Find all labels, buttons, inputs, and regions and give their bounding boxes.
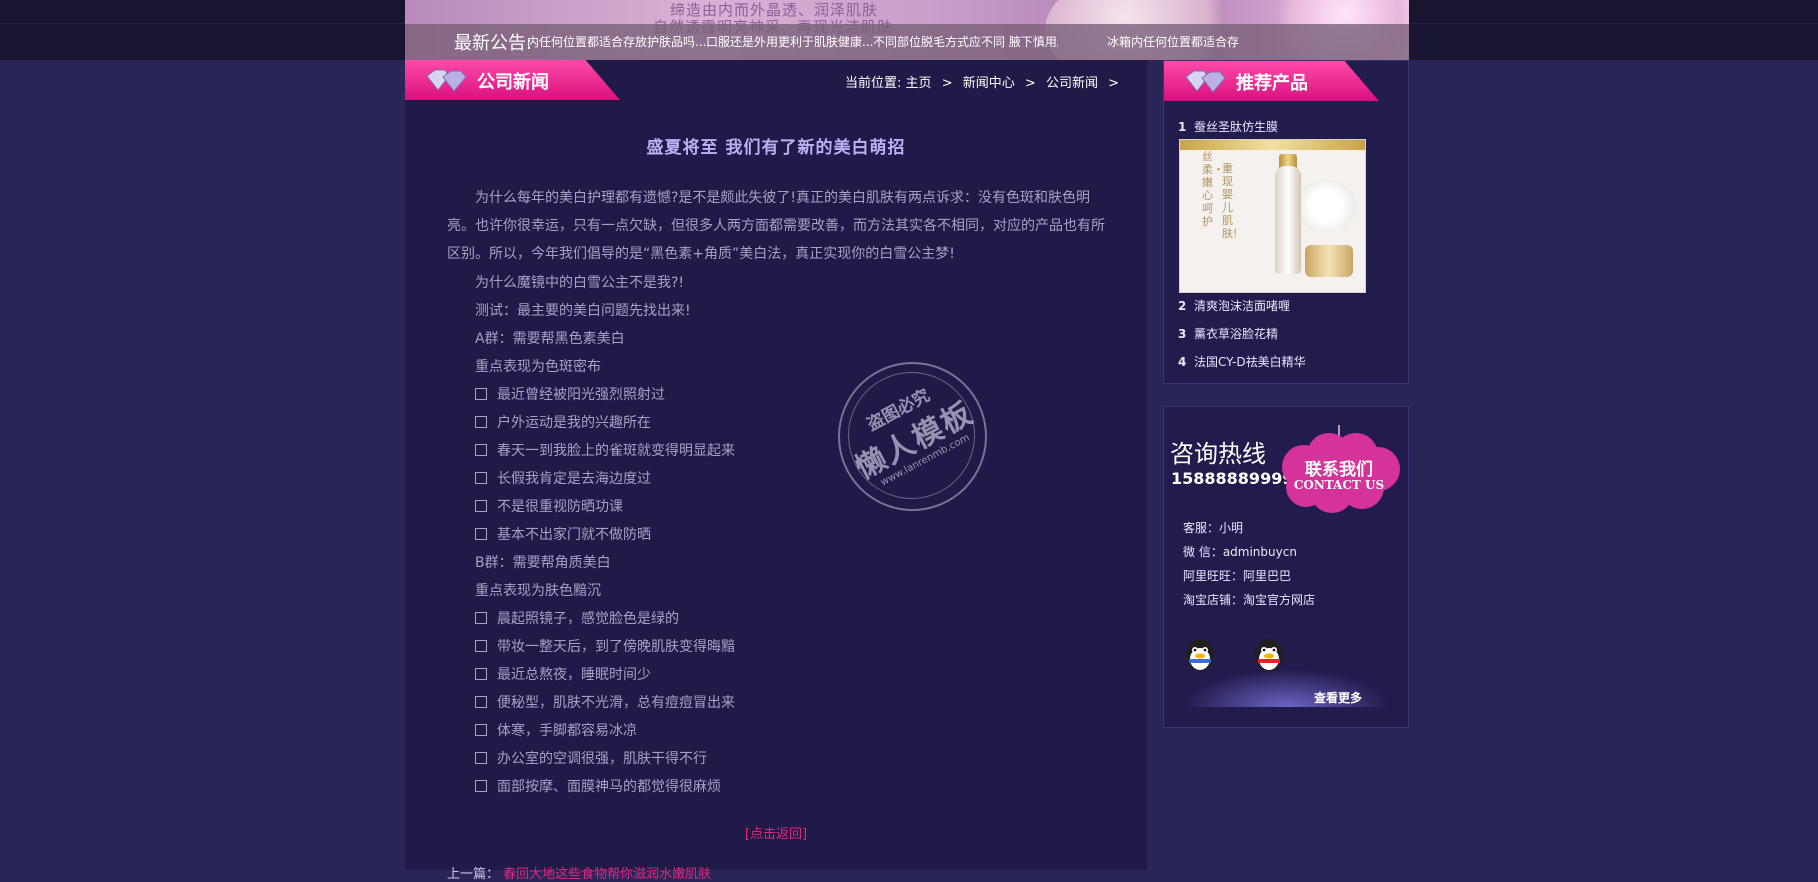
news-panel: 公司新闻 当前位置: 主页 > 新闻中心 > 公司新闻 > 盛夏将至 我们有了新… — [405, 60, 1147, 882]
notice-item-4[interactable]: 冰箱内任何位置都适合存 — [1107, 33, 1247, 50]
checkbox-icon — [475, 612, 487, 624]
checkbox-icon — [475, 668, 487, 680]
article-title: 盛夏将至 我们有了新的美白萌招 — [646, 138, 906, 158]
checkbox-icon — [475, 500, 487, 512]
product-slogan-1: 丝柔・嫩心呵护 — [1202, 150, 1224, 228]
contact-taobao: 淘宝店铺：淘宝官方网店 — [1183, 593, 1316, 607]
chevron-right-icon: > — [1108, 76, 1119, 91]
notice-bar: 最新公告: 内任何位置都适合存放护肤品吗... 口服还是外用更利于肌肤健康...… — [405, 24, 1409, 60]
group-b-title: B群：需要帮角质美白 — [475, 555, 611, 571]
breadcrumb-company-news[interactable]: 公司新闻 — [1046, 76, 1098, 91]
checkbox-icon — [475, 696, 487, 708]
contact-wechat: 微 信：adminbuycn — [1183, 545, 1297, 559]
notice-item-1[interactable]: 内任何位置都适合存放护肤品吗... — [527, 33, 712, 50]
group-b-subtitle: 重点表现为肤色黯沉 — [475, 583, 601, 599]
product-jar — [1305, 245, 1353, 277]
checklist-item: 面部按摩、面膜神马的都觉得很麻烦 — [475, 776, 721, 796]
contact-us-cn: 联系我们 — [1305, 460, 1373, 480]
header-banner: 缔造由内而外晶透、润泽肌肤 自然透露明亮神采、再现光洁肌肤 最新公告: 内任何位… — [405, 0, 1409, 60]
checkbox-icon — [475, 472, 487, 484]
news-section-title: 公司新闻 — [477, 72, 549, 93]
group-a-title: A群：需要帮黑色素美白 — [475, 331, 625, 347]
qq-penguin-icon[interactable] — [1183, 637, 1217, 673]
recommend-item[interactable]: 1 蚕丝圣肽仿生膜 — [1178, 118, 1398, 135]
notice-title: 最新公告: — [454, 33, 533, 54]
checklist-item: 带妆一整天后，到了傍晚肌肤变得晦黯 — [475, 636, 735, 656]
article-line: 为什么魔镜中的白雪公主不是我?! — [475, 275, 685, 291]
product-slogan-2: 重现婴儿肌肤! — [1222, 162, 1238, 240]
checklist-item: 办公室的空调很强，肌肤干得不行 — [475, 748, 707, 768]
product-bottle — [1275, 166, 1301, 274]
prev-article-link[interactable]: 春回大地这些食物帮你滋润水嫩肌肤 — [503, 867, 711, 882]
diamond-icon — [426, 69, 467, 92]
checkbox-icon — [475, 416, 487, 428]
watermark-stamp: 盗图必究 懒人模板 www.lanrenmb.com — [838, 362, 987, 511]
prev-article: 上一篇： 春回大地这些食物帮你滋润水嫩肌肤 — [447, 863, 711, 882]
notice-item-3[interactable]: 不同部位脱毛方式应不同 腋下慎用脱毛蜡纸... — [873, 33, 1058, 50]
hotline-title: 咨询热线 — [1170, 440, 1266, 468]
checklist-item: 基本不出家门就不做防晒 — [475, 524, 651, 544]
view-more-button[interactable]: 查看更多 — [1314, 689, 1362, 706]
checklist-item: 户外运动是我的兴趣所在 — [475, 412, 651, 432]
checklist-item: 不是很重视防晒功课 — [475, 496, 623, 516]
back-link[interactable]: [点击返回] — [405, 823, 1147, 842]
checklist-item: 最近总熬夜，睡眠时间少 — [475, 664, 651, 684]
checkbox-icon — [475, 528, 487, 540]
checklist-item: 便秘型，肌肤不光滑，总有痘痘冒出来 — [475, 692, 735, 712]
checklist-item: 体寒，手脚都容易冰凉 — [475, 720, 637, 740]
contact-panel: 咨询热线 15888889999 联系我们 CONTACT US 客服：小明 微… — [1163, 406, 1409, 728]
checkbox-icon — [475, 640, 487, 652]
checkbox-icon — [475, 780, 487, 792]
checklist-item: 晨起照镜子，感觉脸色是绿的 — [475, 608, 679, 628]
product-gold-band — [1180, 140, 1365, 150]
checkbox-icon — [475, 724, 487, 736]
qq-penguin-icon[interactable] — [1252, 637, 1286, 673]
diamond-icon — [1185, 70, 1226, 93]
breadcrumb-home[interactable]: 主页 — [906, 76, 932, 91]
breadcrumb: 当前位置: 主页 > 新闻中心 > 公司新闻 > — [845, 72, 1125, 91]
checklist-item: 春天一到我脸上的雀斑就变得明显起来 — [475, 440, 735, 460]
checklist-item: 长假我肯定是去海边度过 — [475, 468, 651, 488]
chevron-right-icon: > — [941, 76, 953, 91]
recommend-panel: 推荐产品 1 蚕丝圣肽仿生膜 丝柔・嫩心呵护 重现婴儿肌肤! 2 清爽泡沫洁面啫喱 … — [1163, 60, 1409, 384]
contact-us-badge[interactable]: 联系我们 CONTACT US — [1274, 425, 1404, 513]
contact-service: 客服：小明 — [1183, 521, 1244, 535]
recommend-item[interactable]: 2 清爽泡沫洁面啫喱 — [1178, 297, 1398, 314]
breadcrumb-prefix: 当前位置: — [845, 76, 902, 91]
checkbox-icon — [475, 752, 487, 764]
checklist-item: 最近曾经被阳光强烈照射过 — [475, 384, 665, 404]
recommend-section-tab: 推荐产品 — [1164, 61, 1379, 101]
article-intro: 为什么每年的美白护理都有遗憾?是不是颇此失彼了!真正的美白肌肤有两点诉求：没有色… — [447, 190, 1105, 262]
chevron-right-icon: > — [1024, 76, 1036, 91]
contact-wangwang: 阿里旺旺：阿里巴巴 — [1183, 569, 1292, 583]
product-image[interactable]: 丝柔・嫩心呵护 重现婴儿肌肤! — [1179, 139, 1366, 293]
checkbox-icon — [475, 388, 487, 400]
product-mask-shape — [1295, 180, 1357, 232]
recommend-section-title: 推荐产品 — [1236, 73, 1308, 94]
group-a-subtitle: 重点表现为色斑密布 — [475, 359, 601, 375]
prev-article-label: 上一篇： — [447, 867, 500, 882]
contact-us-en: CONTACT US — [1293, 478, 1385, 492]
breadcrumb-news-center[interactable]: 新闻中心 — [963, 76, 1015, 91]
checkbox-icon — [475, 444, 487, 456]
notice-item-2[interactable]: 口服还是外用更利于肌肤健康... — [706, 33, 891, 50]
recommend-item[interactable]: 3 薰衣草浴脸花精 — [1178, 325, 1398, 342]
news-section-tab: 公司新闻 — [405, 60, 620, 100]
recommend-item[interactable]: 4 法国CY-D祛美白精华 — [1178, 353, 1398, 370]
article-line: 测试：最主要的美白问题先找出来! — [475, 303, 691, 319]
